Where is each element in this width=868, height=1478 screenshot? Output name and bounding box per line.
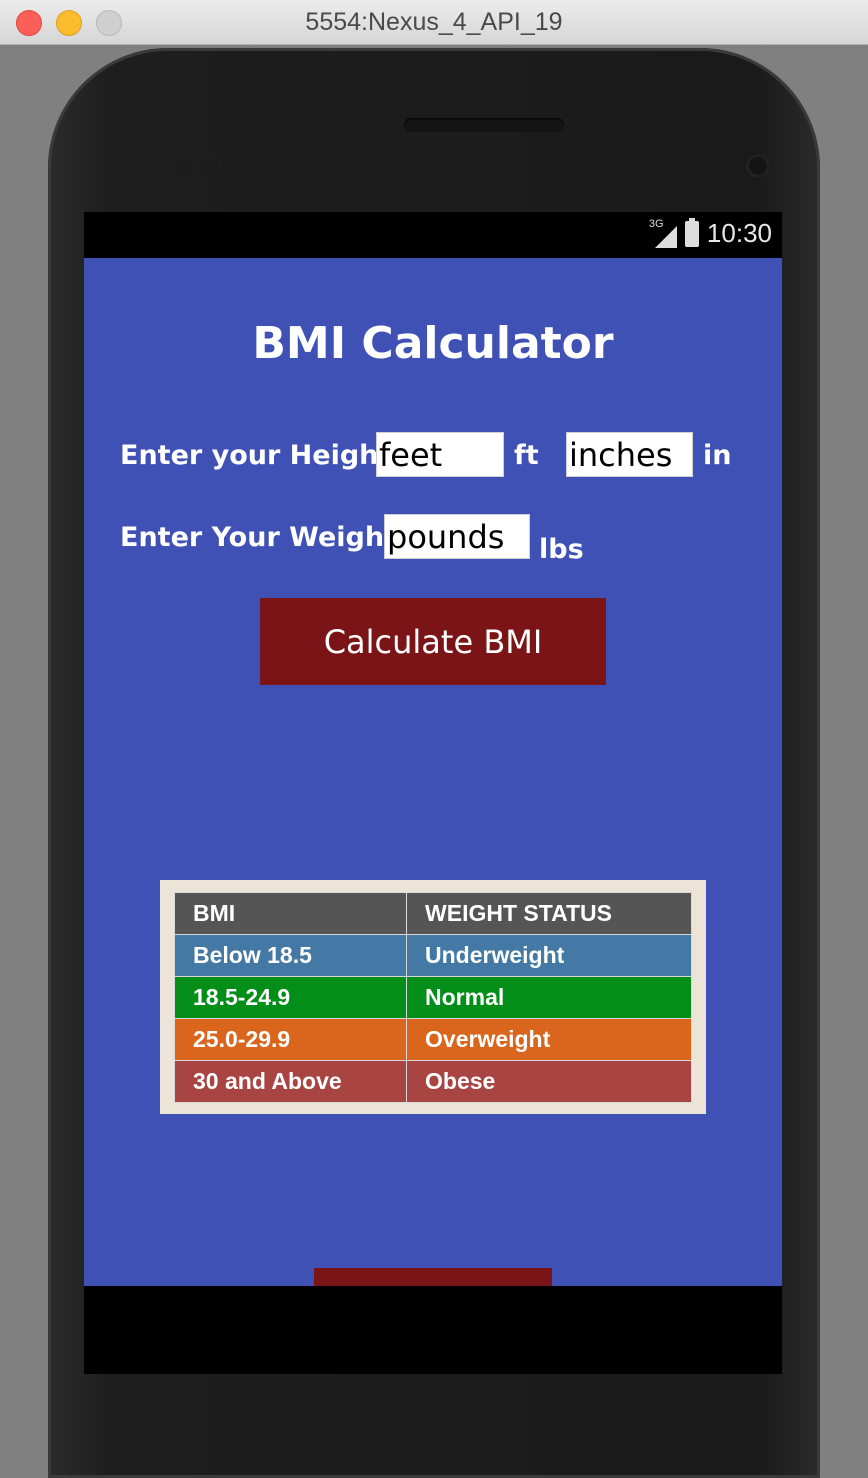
pounds-field[interactable] (384, 514, 530, 559)
weight-status-cell: Normal (406, 976, 692, 1019)
bmi-reference-table: BMI WEIGHT STATUS Below 18.5 Underweight… (160, 880, 706, 1114)
bmi-range-cell: 18.5-24.9 (173, 976, 408, 1019)
calculate-bmi-button[interactable]: Calculate BMI (260, 598, 606, 685)
weight-status-cell: Overweight (406, 1018, 692, 1061)
feet-input[interactable] (377, 433, 503, 476)
speaker-grille (404, 118, 564, 132)
feet-field[interactable] (376, 432, 504, 477)
table-header: BMI (173, 892, 408, 935)
bmi-table: BMI WEIGHT STATUS Below 18.5 Underweight… (173, 892, 692, 1103)
table-row: 25.0-29.9 Overweight (173, 1018, 692, 1061)
weight-status-cell: Obese (406, 1060, 692, 1103)
window-titlebar: 5554:Nexus_4_API_19 (0, 0, 868, 45)
battery-icon (684, 217, 699, 247)
height-label: Enter your Height (120, 440, 392, 471)
bmi-range-cell: Below 18.5 (173, 934, 408, 977)
weight-label: Enter Your Weight (120, 522, 398, 553)
window-title: 5554:Nexus_4_API_19 (305, 8, 563, 36)
table-row: Below 18.5 Underweight (173, 934, 692, 977)
table-row: 30 and Above Obese (173, 1060, 692, 1103)
cell-signal-icon: 3G (649, 218, 677, 248)
sensor-dot (200, 158, 218, 176)
status-bar: 3G 10:30 (84, 212, 782, 258)
proximity-sensors (174, 158, 224, 176)
app-content: BMI Calculator Enter your Height ft in E… (84, 258, 782, 1298)
feet-unit-label: ft (514, 440, 539, 471)
table-header-row: BMI WEIGHT STATUS (173, 892, 692, 935)
front-camera (746, 154, 770, 178)
inches-input[interactable] (567, 433, 692, 476)
weight-status-cell: Underweight (406, 934, 692, 977)
status-clock: 10:30 (706, 218, 772, 248)
pounds-input[interactable] (385, 515, 529, 558)
inches-field[interactable] (566, 432, 693, 477)
table-row: 18.5-24.9 Normal (173, 976, 692, 1019)
phone-screen: 3G 10:30 BMI Calculator Enter your Heigh… (84, 212, 782, 1374)
sensor-dot (174, 158, 192, 176)
bmi-range-cell: 25.0-29.9 (173, 1018, 408, 1061)
bmi-range-cell: 30 and Above (173, 1060, 408, 1103)
inches-unit-label: in (703, 440, 732, 471)
navigation-bar (84, 1286, 782, 1374)
table-header: WEIGHT STATUS (406, 892, 692, 935)
app-title: BMI Calculator (252, 318, 614, 369)
pounds-unit-label: lbs (539, 534, 584, 565)
